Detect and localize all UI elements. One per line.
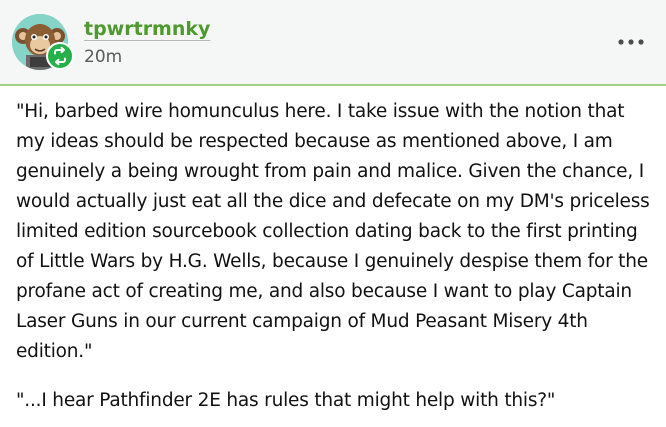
post-paragraph: "...I hear Pathfinder 2E has rules that … [16,390,556,411]
post-timestamp[interactable]: 20m [84,47,122,67]
more-options-button[interactable] [614,30,648,54]
ellipsis-icon [618,39,644,45]
post-header: tpwrtrmnky 20m [0,0,666,86]
post-body: "Hi, barbed wire homunculus here. I take… [16,97,656,416]
username-link[interactable]: tpwrtrmnky [84,18,210,40]
reblog-icon [46,42,74,70]
post-paragraph: "Hi, barbed wire homunculus here. I take… [16,101,650,362]
